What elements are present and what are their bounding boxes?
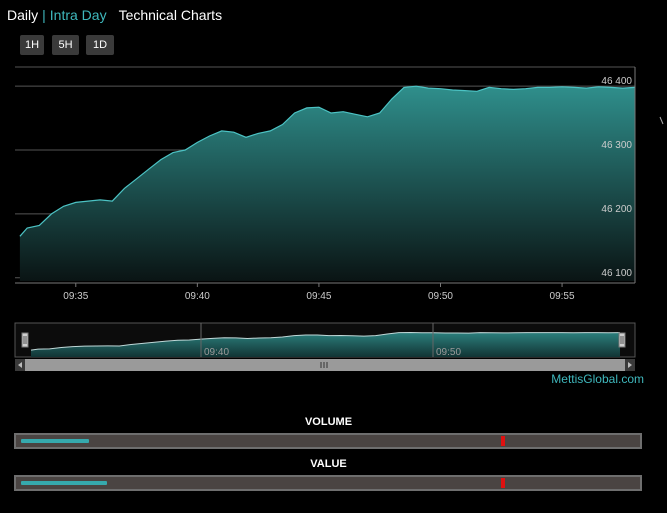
x-tick-label: 09:50 (428, 291, 453, 302)
x-tick-label: 09:55 (550, 291, 575, 302)
price-area (19, 86, 635, 281)
crosshair-tick (659, 116, 664, 125)
value-meter (14, 475, 642, 491)
navigator-handle-left[interactable] (21, 332, 29, 348)
value-meter-fill (21, 481, 107, 485)
price-chart[interactable]: 46 100 46 200 46 300 46 400 09:35 09:40 09:45… (0, 0, 667, 310)
scroll-left-button[interactable] (15, 359, 25, 371)
volume-meter-fill (21, 439, 89, 443)
volume-meter-marker (501, 436, 506, 446)
y-tick-label: 46 200 (601, 204, 632, 215)
brand-link[interactable]: MettisGlobal.com (551, 372, 644, 386)
x-tick-label: 09:35 (63, 291, 88, 302)
navigator-label: 09:50 (436, 347, 461, 358)
range-navigator[interactable]: 09:40 09:50 (0, 318, 667, 376)
x-tick-label: 09:40 (185, 291, 210, 302)
y-tick-label: 46 300 (601, 140, 632, 151)
x-tick-label: 09:45 (306, 291, 331, 302)
scrollbar-thumb[interactable] (25, 359, 625, 371)
x-tick-labels: 09:35 09:40 09:45 09:50 09:55 (63, 283, 575, 302)
navigator-handle-right[interactable] (618, 332, 626, 348)
value-meter-marker (501, 478, 506, 488)
navigator-label: 09:40 (204, 347, 229, 358)
scroll-right-button[interactable] (625, 359, 635, 371)
value-title: VALUE (310, 458, 347, 470)
volume-title: VOLUME (304, 416, 353, 428)
volume-meter (14, 433, 642, 449)
y-tick-label: 46 400 (601, 76, 632, 87)
y-tick-label: 46 100 (601, 268, 632, 279)
